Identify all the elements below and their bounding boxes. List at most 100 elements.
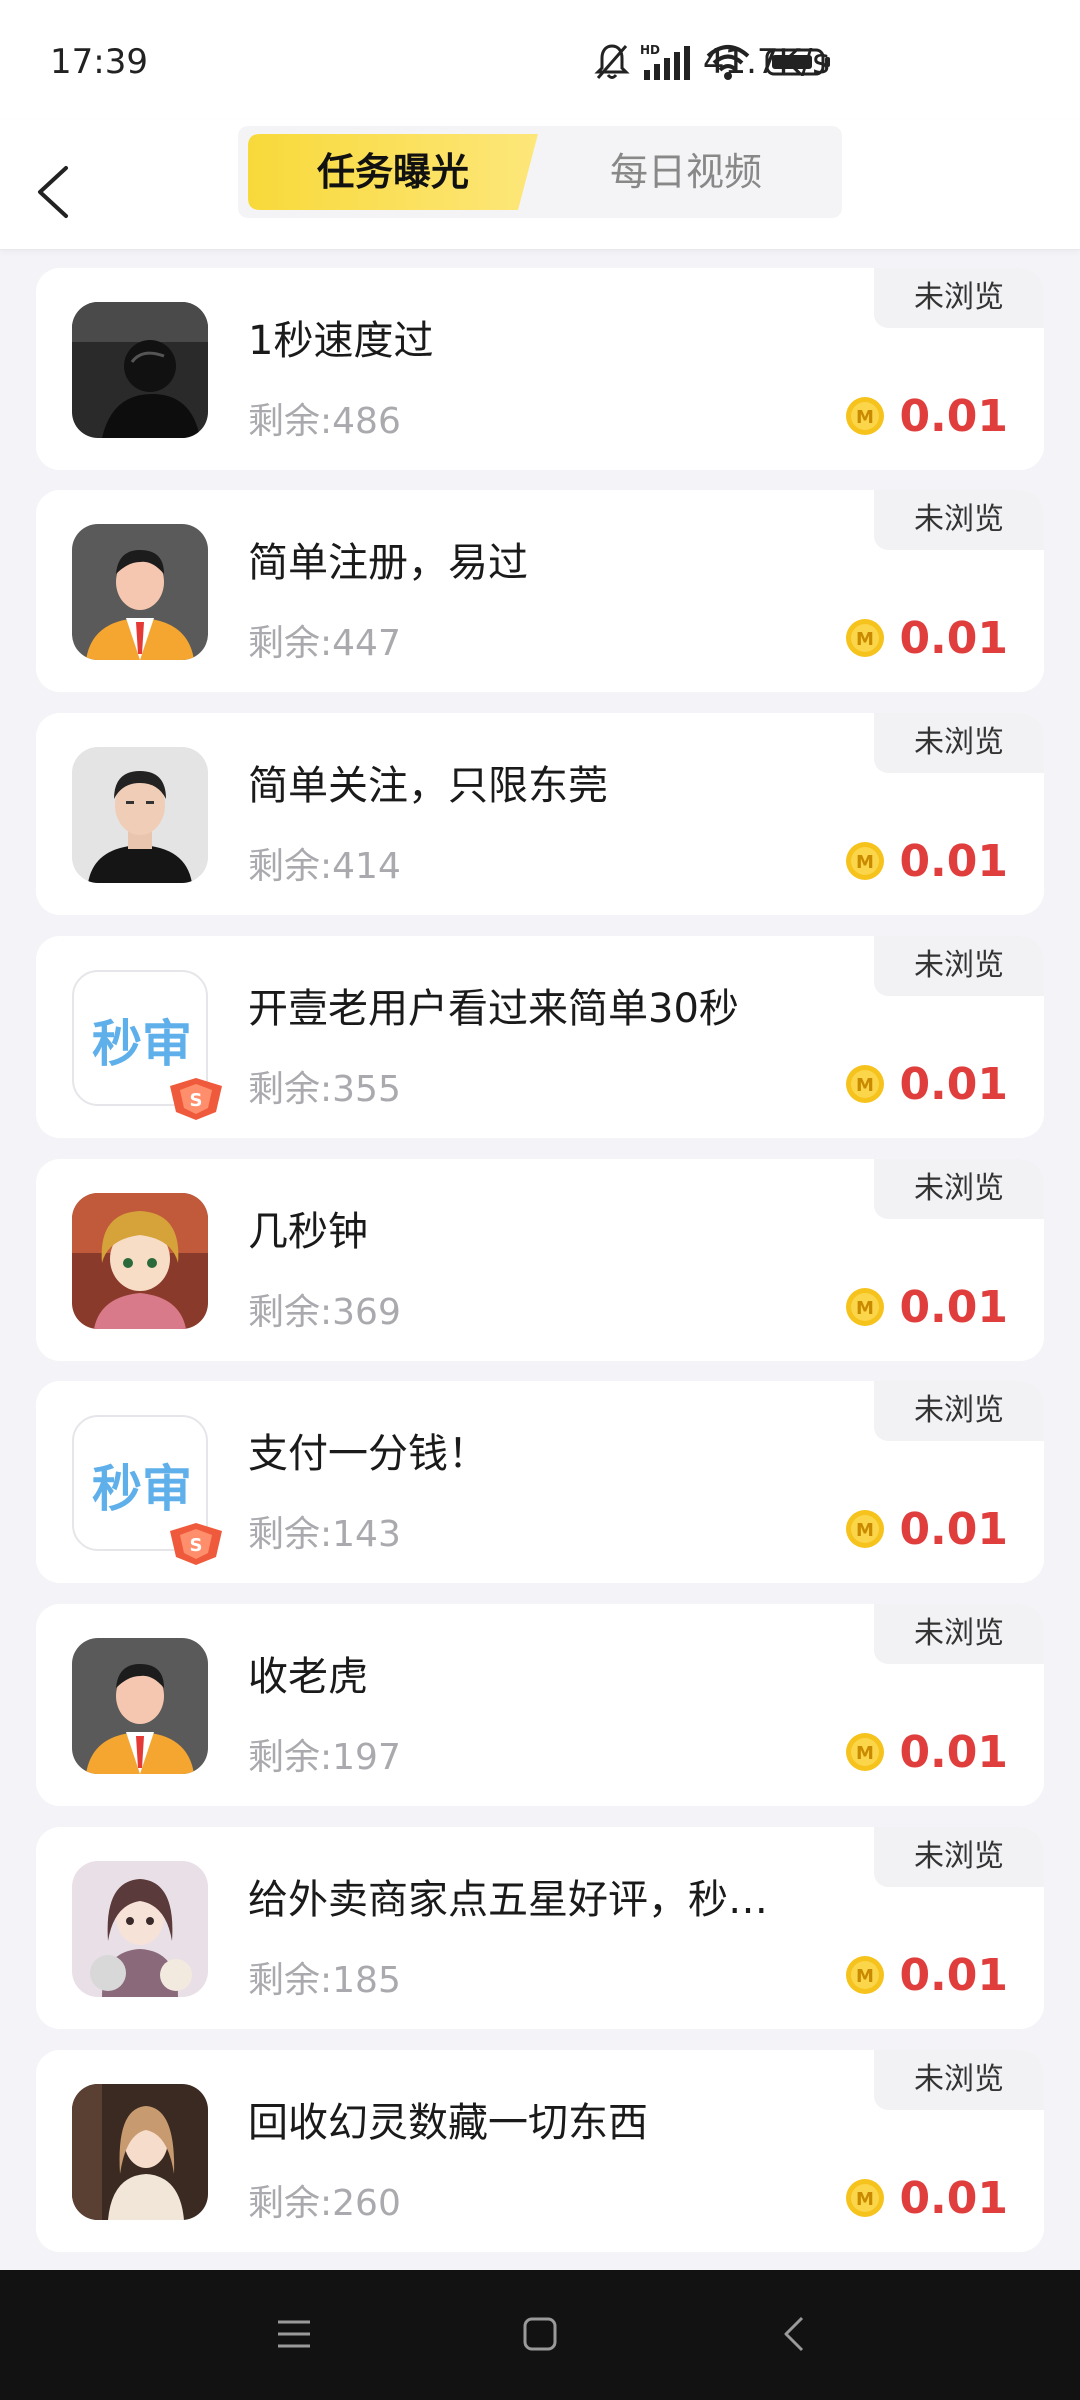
svg-text:HD: HD	[640, 43, 660, 57]
avatar	[72, 524, 208, 660]
reward-value: 0.01	[899, 835, 1008, 887]
task-card[interactable]: 未浏览 给外卖商家点五星好评，秒… 剩余:185 M 0.01	[36, 1827, 1044, 2029]
coin-icon: M	[846, 2179, 885, 2217]
tab-label: 任务曝光	[316, 150, 469, 194]
view-status-badge: 未浏览	[874, 2050, 1044, 2110]
view-status-badge: 未浏览	[874, 1604, 1044, 1664]
shield-badge-icon: S	[170, 1523, 222, 1565]
task-title: 支付一分钱！	[248, 1431, 488, 1477]
chevron-left-icon	[38, 166, 68, 218]
coin-icon: M	[846, 619, 885, 657]
task-card[interactable]: 未浏览 秒审 S 开壹老用户看过来简单30秒 剩余:355 M 0.01	[36, 936, 1044, 1138]
reward-value: 0.01	[899, 2172, 1008, 2224]
task-title: 简单关注，只限东莞	[248, 763, 608, 809]
reward: M 0.01	[845, 386, 1008, 446]
avatar	[72, 1861, 208, 1997]
svg-text:M: M	[856, 852, 874, 873]
reward: M 0.01	[845, 608, 1008, 668]
svg-text:M: M	[856, 1966, 874, 1987]
task-title: 1秒速度过	[248, 318, 434, 364]
remaining-count: 剩余:486	[248, 401, 401, 442]
reward-value: 0.01	[899, 390, 1008, 442]
reward-value: 0.01	[899, 1058, 1008, 1110]
reward: M 0.01	[845, 1945, 1008, 2005]
wifi-icon	[706, 45, 750, 80]
task-card[interactable]: 未浏览 1秒速度过 剩余:486 M 0.01	[36, 268, 1044, 470]
tab-task-exposure[interactable]: 任务曝光	[248, 134, 538, 210]
view-status-badge: 未浏览	[874, 936, 1044, 996]
task-title: 简单注册，易过	[248, 540, 528, 586]
task-title: 开壹老用户看过来简单30秒	[248, 986, 739, 1032]
svg-text:M: M	[856, 1743, 874, 1764]
task-card[interactable]: 未浏览 秒审 S 支付一分钱！ 剩余:143 M 0.01	[36, 1381, 1044, 1583]
task-title: 几秒钟	[248, 1209, 368, 1255]
task-card[interactable]: 未浏览 简单关注，只限东莞 剩余:414 M 0.01	[36, 713, 1044, 915]
reward: M 0.01	[845, 1722, 1008, 1782]
back-button[interactable]	[28, 142, 84, 242]
remaining-count: 剩余:185	[248, 1960, 401, 2001]
header: 任务曝光 每日视频	[0, 120, 1080, 250]
avatar	[72, 1193, 208, 1329]
task-title: 收老虎	[248, 1654, 368, 1700]
svg-text:M: M	[856, 1075, 874, 1096]
coin-icon: M	[846, 1288, 885, 1326]
remaining-count: 剩余:260	[248, 2183, 401, 2224]
reward: M 0.01	[845, 831, 1008, 891]
shield-badge-icon: S	[170, 1078, 222, 1120]
system-nav-bar	[0, 2270, 1080, 2400]
task-title: 回收幻灵数藏一切东西	[248, 2100, 648, 2146]
svg-text:M: M	[856, 2189, 874, 2210]
reward-value: 0.01	[899, 1726, 1008, 1778]
status-bar: 17:39 41.7K/s HD	[0, 0, 1080, 120]
task-card[interactable]: 未浏览 回收幻灵数藏一切东西 剩余:260 M 0.01	[36, 2050, 1044, 2252]
remaining-count: 剩余:369	[248, 1292, 401, 1333]
remaining-count: 剩余:197	[248, 1737, 401, 1778]
svg-text:S: S	[190, 1535, 203, 1556]
hd-signal-icon: HD	[640, 43, 690, 80]
status-time: 17:39	[50, 42, 148, 82]
svg-text:M: M	[856, 629, 874, 650]
coin-icon: M	[846, 1510, 885, 1548]
avatar	[72, 747, 208, 883]
avatar	[72, 2084, 208, 2220]
task-title: 给外卖商家点五星好评，秒…	[248, 1877, 768, 1923]
coin-icon: M	[846, 1065, 885, 1103]
view-status-badge: 未浏览	[874, 490, 1044, 550]
app-logo-text: 秒审	[92, 1015, 192, 1073]
view-status-badge: 未浏览	[874, 1159, 1044, 1219]
reward: M 0.01	[845, 1277, 1008, 1337]
task-card[interactable]: 未浏览 几秒钟 剩余:369 M 0.01	[36, 1159, 1044, 1361]
reward: M 0.01	[845, 1054, 1008, 1114]
task-card[interactable]: 未浏览 收老虎 剩余:197 M 0.01	[36, 1604, 1044, 1806]
reward: M 0.01	[845, 2168, 1008, 2228]
avatar	[72, 1638, 208, 1774]
battery-icon	[765, 48, 830, 76]
svg-text:M: M	[856, 1298, 874, 1319]
remaining-count: 剩余:143	[248, 1514, 401, 1555]
coin-icon: M	[846, 397, 885, 435]
svg-text:S: S	[190, 1090, 203, 1111]
reward-value: 0.01	[899, 1949, 1008, 2001]
reward-value: 0.01	[899, 612, 1008, 664]
back-icon[interactable]	[776, 2314, 812, 2354]
home-icon[interactable]	[522, 2314, 558, 2354]
svg-text:M: M	[856, 407, 874, 428]
view-status-badge: 未浏览	[874, 1381, 1044, 1441]
tab-daily-video[interactable]: 每日视频	[538, 134, 834, 210]
coin-icon: M	[846, 842, 885, 880]
menu-icon[interactable]	[276, 2314, 312, 2354]
task-card[interactable]: 未浏览 简单注册，易过 剩余:447 M 0.01	[36, 490, 1044, 692]
view-status-badge: 未浏览	[874, 1827, 1044, 1887]
app-logo-text: 秒审	[92, 1460, 192, 1518]
coin-icon: M	[846, 1733, 885, 1771]
tab-switcher: 任务曝光 每日视频	[238, 126, 842, 218]
remaining-count: 剩余:447	[248, 623, 401, 664]
remaining-count: 剩余:414	[248, 846, 401, 887]
svg-text:M: M	[856, 1520, 874, 1541]
reward: M 0.01	[845, 1499, 1008, 1559]
view-status-badge: 未浏览	[874, 713, 1044, 773]
reward-value: 0.01	[899, 1503, 1008, 1555]
avatar	[72, 302, 208, 438]
remaining-count: 剩余:355	[248, 1069, 401, 1110]
coin-icon: M	[846, 1956, 885, 1994]
